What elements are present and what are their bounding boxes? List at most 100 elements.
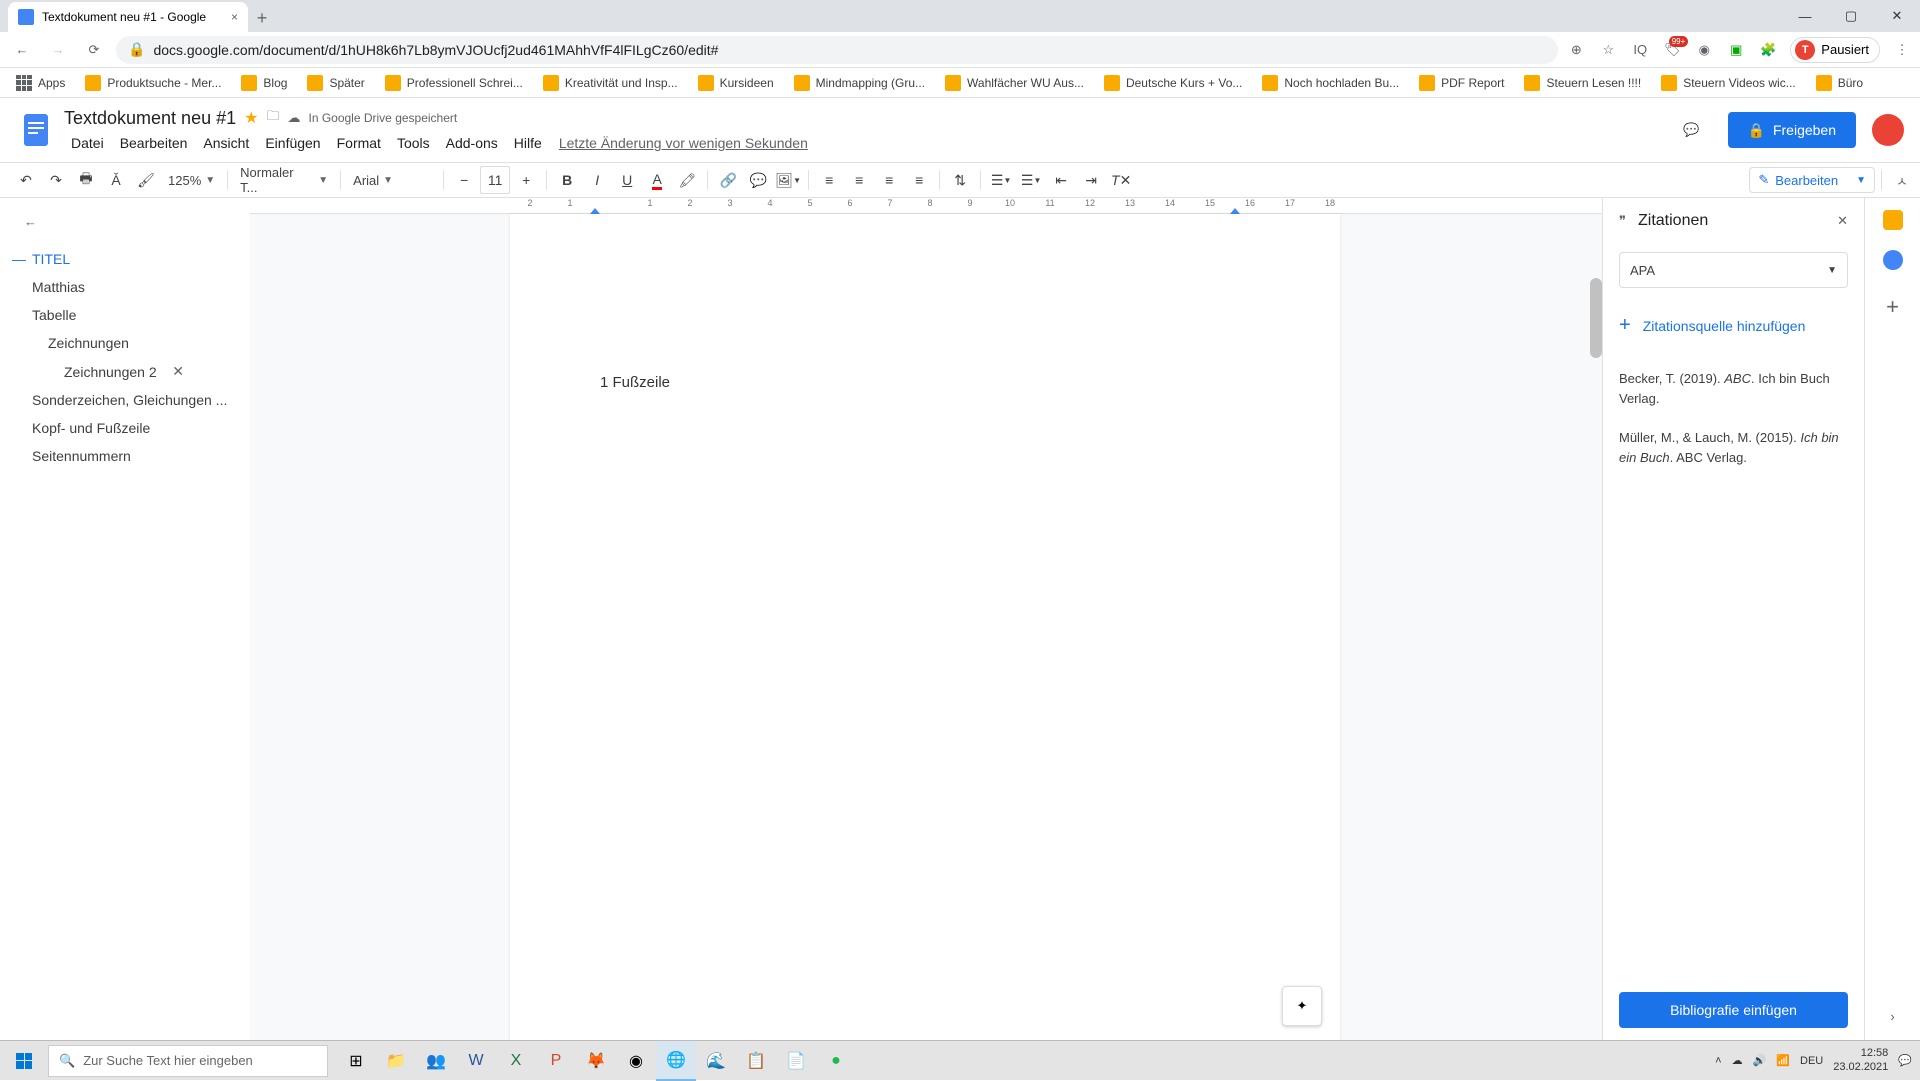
bookmark-item[interactable]: Später [299, 71, 372, 95]
footer-text[interactable]: 1 Fußzeile [600, 214, 1250, 391]
kebab-menu-icon[interactable]: ⋮ [1892, 40, 1912, 60]
print-icon[interactable]: 🖶 [72, 166, 100, 194]
task-view-icon[interactable]: ⊞ [336, 1041, 376, 1081]
paragraph-style-select[interactable]: Normaler T...▼ [234, 168, 334, 192]
powerpoint-icon[interactable]: P [536, 1041, 576, 1081]
reload-icon[interactable]: ⟳ [80, 36, 108, 64]
star-icon[interactable]: ★ [244, 108, 258, 128]
comments-icon[interactable]: 💬 [1672, 110, 1712, 150]
spellcheck-icon[interactable]: Ǎ [102, 166, 130, 194]
clear-formatting-icon[interactable]: T✕ [1107, 166, 1135, 194]
redo-icon[interactable]: ↷ [42, 166, 70, 194]
comment-add-icon[interactable]: 💬 [744, 166, 772, 194]
zoom-select[interactable]: 125%▼ [162, 168, 221, 192]
minimize-icon[interactable]: — [1782, 0, 1828, 32]
document-title[interactable]: Textdokument neu #1 [64, 108, 236, 129]
word-icon[interactable]: W [456, 1041, 496, 1081]
maximize-icon[interactable]: ▢ [1828, 0, 1874, 32]
browser-tab[interactable]: Textdokument neu #1 - Google × [8, 2, 248, 32]
font-size-input[interactable]: 11 [480, 166, 510, 194]
share-button[interactable]: 🔒 Freigeben [1728, 112, 1856, 148]
menu-tools[interactable]: Tools [390, 133, 437, 153]
editing-mode-select[interactable]: ✎ Bearbeiten ▼ [1749, 167, 1875, 193]
explore-button[interactable]: ✦ [1282, 986, 1322, 1026]
edge-icon[interactable]: 🌊 [696, 1041, 736, 1081]
bookmark-item[interactable]: Steuern Lesen !!!! [1516, 71, 1649, 95]
account-avatar[interactable] [1872, 114, 1904, 146]
align-justify-icon[interactable]: ≡ [905, 166, 933, 194]
addons-plus-icon[interactable]: + [1886, 294, 1899, 320]
close-icon[interactable]: ✕ [1874, 0, 1920, 32]
close-sidebar-icon[interactable]: ✕ [1837, 213, 1848, 229]
bookmark-item[interactable]: Professionell Schrei... [377, 71, 531, 95]
menu-format[interactable]: Format [330, 133, 388, 153]
system-tray[interactable]: ˄ ☁ 🔊 📶 DEU 12:58 23.02.2021 💬 [1715, 1047, 1920, 1073]
document-canvas[interactable]: 21123456789101112131415161718 1 Fußzeile… [250, 198, 1602, 1040]
excel-icon[interactable]: X [496, 1041, 536, 1081]
onedrive-icon[interactable]: ☁ [1732, 1054, 1743, 1067]
profile-chip[interactable]: T Pausiert [1790, 37, 1880, 63]
tab-close-icon[interactable]: × [231, 10, 238, 24]
outline-item[interactable]: Tabelle [16, 301, 242, 329]
bookmark-item[interactable]: Produktsuche - Mer... [77, 71, 229, 95]
keep-icon[interactable] [1883, 210, 1903, 230]
menu-bearbeiten[interactable]: Bearbeiten [113, 133, 195, 153]
text-color-icon[interactable]: A [643, 166, 671, 194]
docs-logo-icon[interactable] [16, 110, 56, 150]
cloud-saved-icon[interactable]: ☁ [287, 110, 300, 126]
bookmark-item[interactable]: Steuern Videos wic... [1653, 71, 1804, 95]
align-right-icon[interactable]: ≡ [875, 166, 903, 194]
extension-circle-icon[interactable]: ◉ [1694, 40, 1714, 60]
chrome-icon[interactable]: 🌐 [656, 1041, 696, 1081]
citation-style-select[interactable]: APA ▼ [1619, 252, 1848, 288]
undo-icon[interactable]: ↶ [12, 166, 40, 194]
outline-item[interactable]: Matthias [16, 273, 242, 301]
bookmark-item[interactable]: Kursideen [690, 71, 782, 95]
firefox-icon[interactable]: 🦊 [576, 1041, 616, 1081]
bookmark-item[interactable]: Blog [233, 71, 295, 95]
italic-icon[interactable]: I [583, 166, 611, 194]
bookmark-item[interactable]: PDF Report [1411, 71, 1512, 95]
font-size-decrease[interactable]: − [450, 166, 478, 194]
outline-item-selected[interactable]: Zeichnungen 2✕ [16, 357, 242, 386]
indent-decrease-icon[interactable]: ⇤ [1047, 166, 1075, 194]
align-center-icon[interactable]: ≡ [845, 166, 873, 194]
font-size-increase[interactable]: + [512, 166, 540, 194]
bookmark-item[interactable]: Wahlfächer WU Aus... [937, 71, 1092, 95]
obs-icon[interactable]: ◉ [616, 1041, 656, 1081]
taskbar-search[interactable]: 🔍 Zur Suche Text hier eingeben [48, 1045, 328, 1077]
extension-tag-icon[interactable]: 🏷99+ [1662, 40, 1682, 60]
menu-datei[interactable]: Datei [64, 133, 111, 153]
bookmark-item[interactable]: Noch hochladen Bu... [1254, 71, 1407, 95]
align-left-icon[interactable]: ≡ [815, 166, 843, 194]
extensions-puzzle-icon[interactable]: 🧩 [1758, 40, 1778, 60]
apps-shortcut[interactable]: Apps [8, 71, 73, 95]
underline-icon[interactable]: U [613, 166, 641, 194]
hide-rail-icon[interactable]: › [1890, 1009, 1894, 1024]
highlight-icon[interactable]: 🖍 [673, 166, 701, 194]
menu-ansicht[interactable]: Ansicht [196, 133, 256, 153]
app-icon[interactable]: 📋 [736, 1041, 776, 1081]
bookmark-item[interactable]: Deutsche Kurs + Vo... [1096, 71, 1250, 95]
wifi-icon[interactable]: 📶 [1776, 1054, 1790, 1067]
extension-icon[interactable]: IQ [1630, 40, 1650, 60]
volume-icon[interactable]: 🔊 [1753, 1054, 1767, 1067]
app-icon[interactable]: 📄 [776, 1041, 816, 1081]
app-icon[interactable]: 👥 [416, 1041, 456, 1081]
url-field[interactable]: 🔒 docs.google.com/document/d/1hUH8k6h7Lb… [116, 36, 1558, 64]
document-page[interactable]: 1 Fußzeile [510, 214, 1340, 1040]
font-select[interactable]: Arial▼ [347, 168, 437, 192]
citation-entry[interactable]: Becker, T. (2019). ABC. Ich bin Buch Ver… [1619, 359, 1848, 418]
explorer-icon[interactable]: 📁 [376, 1041, 416, 1081]
tray-chevron-icon[interactable]: ˄ [1715, 1055, 1721, 1067]
scrollbar-thumb[interactable] [1590, 278, 1602, 358]
link-icon[interactable]: 🔗 [714, 166, 742, 194]
numbered-list-icon[interactable]: ☰▼ [987, 166, 1015, 194]
collapse-toolbar-icon[interactable]: ㅅ [1896, 171, 1908, 190]
zoom-icon[interactable]: ⊕ [1566, 40, 1586, 60]
line-spacing-icon[interactable]: ⇅ [946, 166, 974, 194]
outline-back-icon[interactable]: ← [16, 214, 242, 229]
citation-entry[interactable]: Müller, M., & Lauch, M. (2015). Ich bin … [1619, 418, 1848, 477]
bold-icon[interactable]: B [553, 166, 581, 194]
indent-increase-icon[interactable]: ⇥ [1077, 166, 1105, 194]
